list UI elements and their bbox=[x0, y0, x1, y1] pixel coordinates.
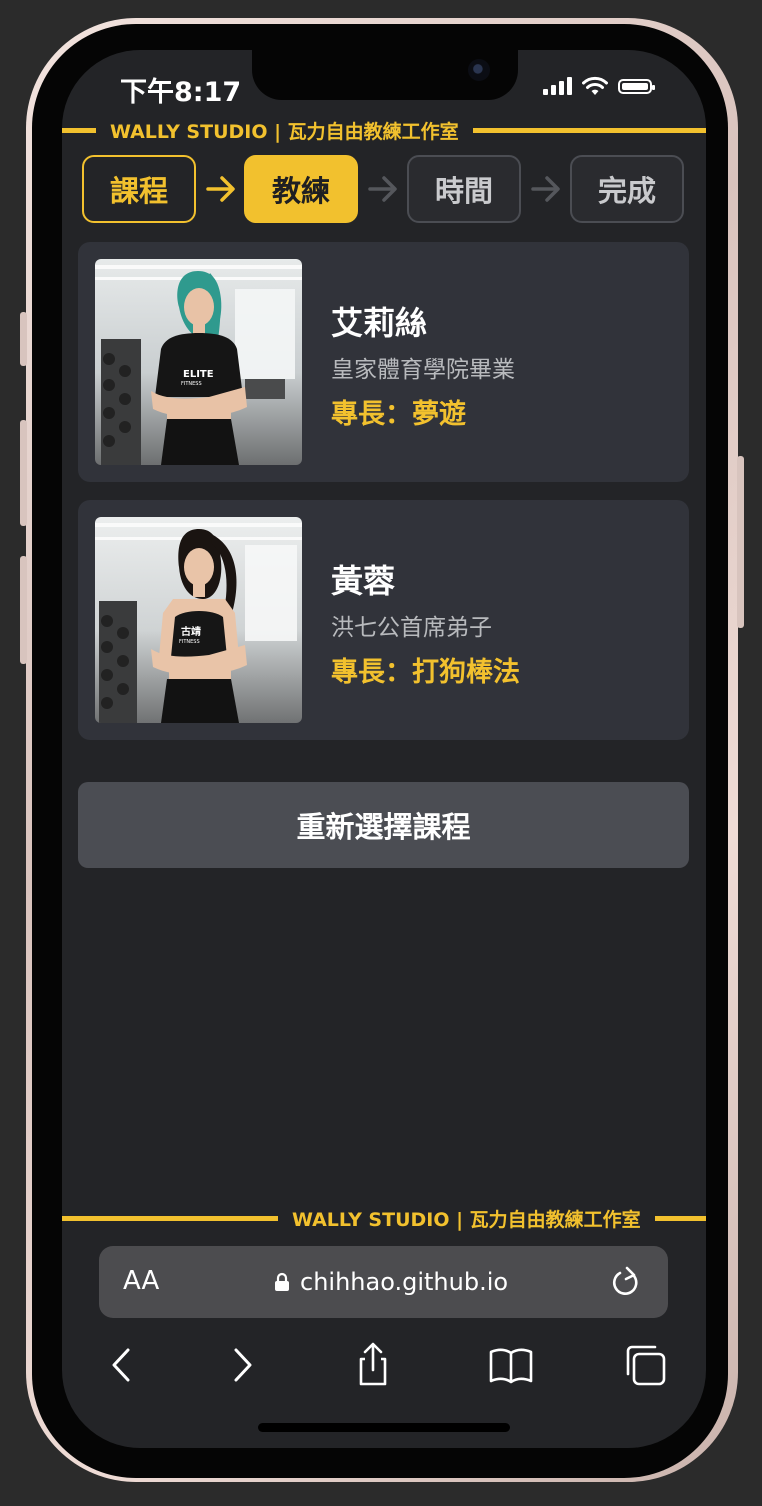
battery-icon bbox=[618, 78, 655, 94]
shirt-sub-logo: FITNESS bbox=[181, 381, 202, 387]
volume-up-button bbox=[20, 420, 27, 526]
reselect-course-button[interactable]: 重新選擇課程 bbox=[78, 782, 689, 868]
screen: 下午8:17 WALLY STUDIO | 瓦力自由教練工作室 課程 教練 時間 bbox=[62, 50, 706, 1448]
brand-footer-title: WALLY STUDIO | 瓦力自由教練工作室 bbox=[292, 1208, 641, 1231]
url-text: chihhao.github.io bbox=[300, 1268, 509, 1296]
wifi-icon bbox=[582, 76, 608, 95]
step-progress: 課程 教練 時間 完成 bbox=[82, 155, 686, 225]
url-display[interactable]: chihhao.github.io bbox=[274, 1268, 508, 1296]
bookmarks-icon[interactable] bbox=[486, 1340, 536, 1390]
signal-icon bbox=[543, 77, 572, 95]
status-icons bbox=[543, 76, 655, 96]
forward-icon[interactable] bbox=[218, 1340, 268, 1390]
brand-footer: WALLY STUDIO | 瓦力自由教練工作室 bbox=[62, 1206, 706, 1231]
shirt-sub-logo: FITNESS bbox=[179, 639, 200, 645]
coach-school: 洪七公首席弟子 bbox=[331, 615, 492, 641]
coach-card[interactable]: 古靖 FITNESS 黃蓉 洪七公首席弟子 專長：打狗棒法 bbox=[78, 500, 689, 740]
arrow-right-icon bbox=[206, 176, 235, 202]
coach-photo: 古靖 FITNESS bbox=[95, 517, 302, 723]
shirt-logo: 古靖 bbox=[181, 625, 201, 638]
step-coach[interactable]: 教練 bbox=[244, 155, 358, 223]
home-indicator[interactable] bbox=[258, 1423, 510, 1432]
reload-icon[interactable] bbox=[608, 1264, 644, 1300]
coach-name: 艾莉絲 bbox=[331, 304, 428, 342]
coach-skill: 專長：打狗棒法 bbox=[331, 657, 520, 688]
aa-label: AA bbox=[123, 1266, 160, 1296]
brand-header: WALLY STUDIO | 瓦力自由教練工作室 bbox=[62, 118, 706, 143]
tabs-icon[interactable] bbox=[620, 1340, 670, 1390]
step-time[interactable]: 時間 bbox=[407, 155, 521, 223]
status-time: 下午8:17 bbox=[120, 77, 242, 108]
front-camera bbox=[468, 59, 490, 81]
dynamic-notch bbox=[252, 50, 518, 100]
share-icon[interactable] bbox=[348, 1340, 398, 1390]
step-course[interactable]: 課程 bbox=[82, 155, 196, 223]
coach-photo: ELITE FITNESS bbox=[95, 259, 302, 465]
coach-name: 黃蓉 bbox=[331, 562, 396, 600]
reader-settings-button[interactable]: AA bbox=[123, 1266, 159, 1296]
brand-title: WALLY STUDIO | 瓦力自由教練工作室 bbox=[110, 120, 459, 143]
coach-skill: 專長：夢遊 bbox=[331, 399, 466, 430]
power-button bbox=[737, 456, 744, 628]
back-icon[interactable] bbox=[96, 1340, 146, 1390]
arrow-right-icon bbox=[368, 176, 397, 202]
arrow-right-icon bbox=[531, 176, 560, 202]
shirt-logo: ELITE bbox=[183, 369, 214, 380]
coach-card[interactable]: ELITE FITNESS 艾莉絲 皇家體育學院畢業 專長：夢遊 bbox=[78, 242, 689, 482]
step-done[interactable]: 完成 bbox=[570, 155, 684, 223]
silent-switch bbox=[20, 312, 27, 366]
coach-school: 皇家體育學院畢業 bbox=[331, 357, 515, 383]
lock-icon bbox=[275, 1272, 289, 1291]
address-bar[interactable]: AA chihhao.github.io bbox=[99, 1246, 668, 1318]
volume-down-button bbox=[20, 556, 27, 664]
